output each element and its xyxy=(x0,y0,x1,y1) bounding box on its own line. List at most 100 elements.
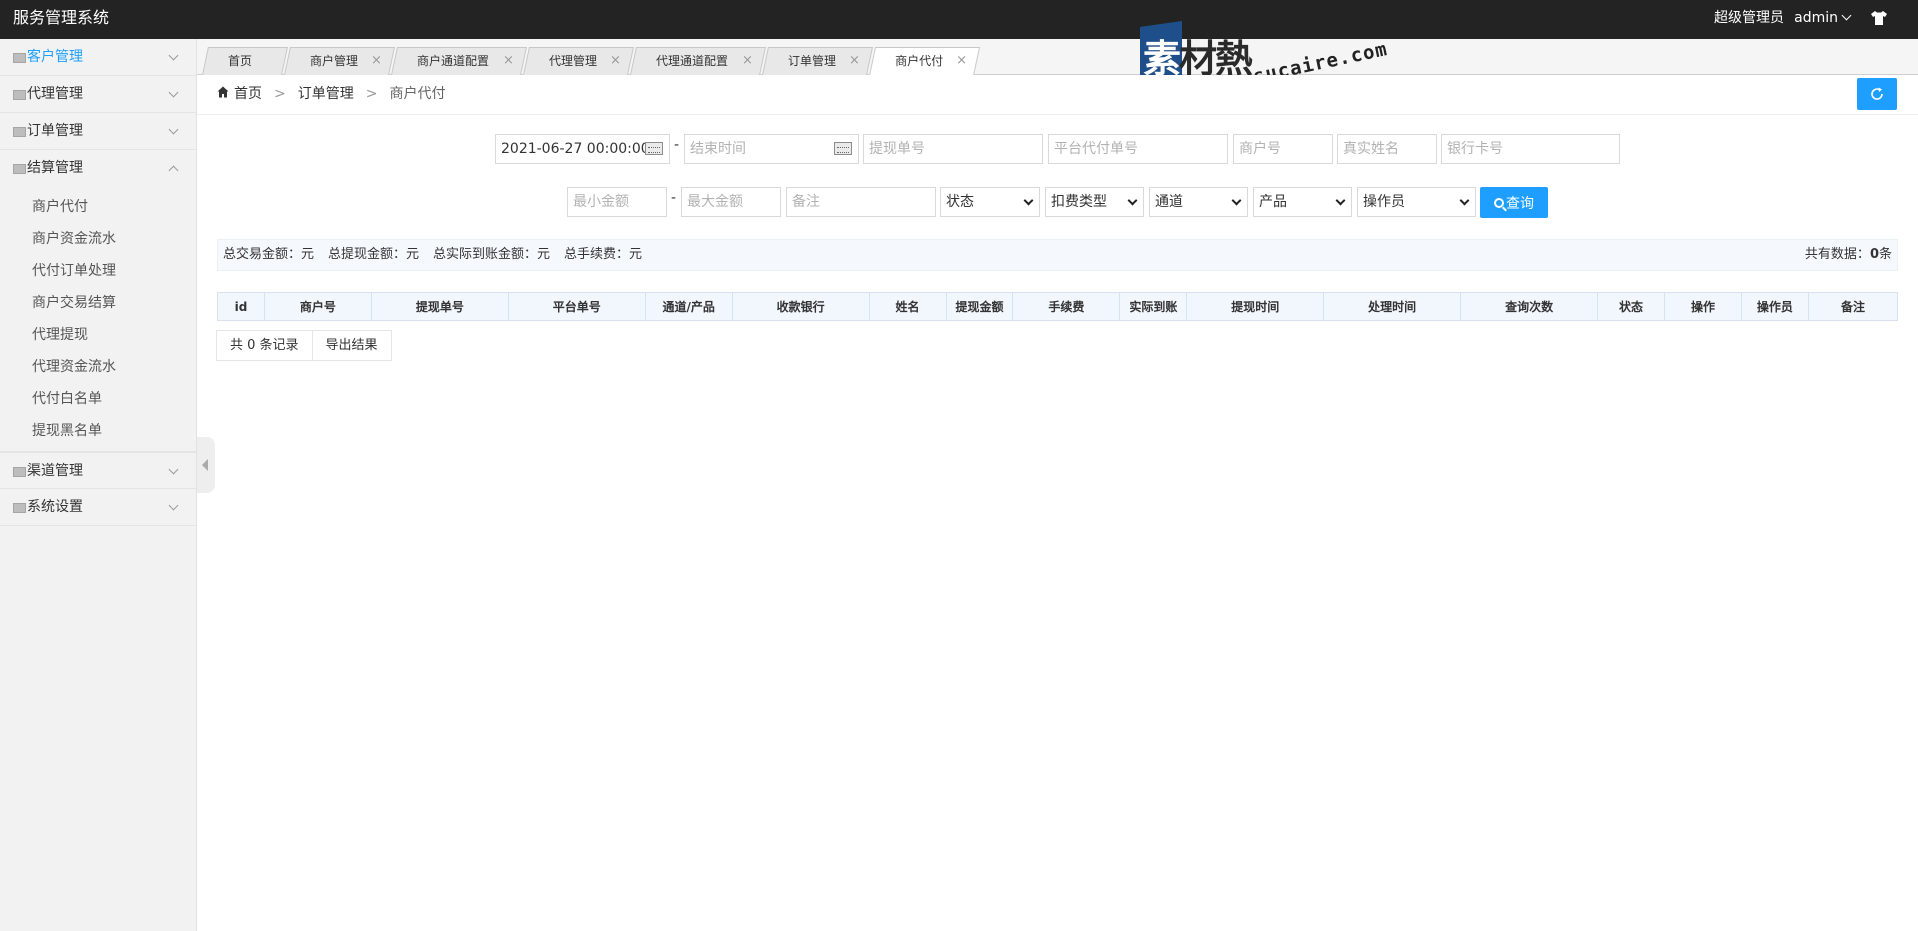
channel-select-value: 通道 xyxy=(1155,194,1183,210)
max-amount-input[interactable] xyxy=(681,187,781,217)
channel-select-wrap: 通道 xyxy=(1149,187,1248,217)
record-count-label: 共有数据： xyxy=(1804,247,1870,262)
col-merchant-no: 商户号 xyxy=(263,292,372,321)
refresh-button[interactable] xyxy=(1857,78,1897,110)
channel-select[interactable]: 通道 xyxy=(1149,187,1248,217)
record-count: 共有数据：0条 xyxy=(1805,240,1892,270)
real-name-input[interactable] xyxy=(1337,134,1437,164)
sidebar-subitem-merchant-fund-flow[interactable]: 商户资金流水 xyxy=(0,223,196,255)
sidebar-subitem-payout-order-processing[interactable]: 代付订单处理 xyxy=(0,255,196,287)
sidebar-subitem-withdraw-blacklist[interactable]: 提现黑名单 xyxy=(0,415,196,447)
merchant-no-input[interactable] xyxy=(1233,134,1333,164)
calendar-icon[interactable] xyxy=(834,142,852,155)
sidebar-item-label: 订单管理 xyxy=(27,123,83,139)
record-count-unit: 条 xyxy=(1878,247,1892,262)
payout-table: id 商户号 提现单号 平台单号 通道/产品 收款银行 姓名 提现金额 手续费 … xyxy=(217,292,1899,321)
sidebar-item-system[interactable]: 系统设置 xyxy=(0,489,196,526)
col-status: 状态 xyxy=(1597,292,1665,321)
close-icon[interactable]: × xyxy=(849,48,860,74)
chevron-down-icon xyxy=(168,500,179,511)
tab-agent-management[interactable]: 代理管理 × xyxy=(523,47,634,75)
tab-home[interactable]: 首页 xyxy=(202,47,288,75)
withdraw-no-input[interactable] xyxy=(863,134,1043,164)
sidebar-subitem-merchant-trade-settlement[interactable]: 商户交易结算 xyxy=(0,287,196,319)
search-button-label: 查询 xyxy=(1506,195,1534,212)
sidebar-item-label: 系统设置 xyxy=(27,499,83,515)
col-name: 姓名 xyxy=(868,292,947,321)
operator-select[interactable]: 操作员 xyxy=(1357,187,1476,217)
remark-input[interactable] xyxy=(786,187,936,217)
col-withdraw-time: 提现时间 xyxy=(1186,292,1325,321)
sidebar-item-label: 代理管理 xyxy=(27,86,83,102)
col-withdraw-no: 提现单号 xyxy=(370,292,509,321)
total-trade-amount: 总交易金额：元 xyxy=(223,247,315,262)
close-icon[interactable]: × xyxy=(610,48,621,74)
col-query-count: 查询次数 xyxy=(1460,292,1599,321)
tab-agent-channel-config[interactable]: 代理通道配置 × xyxy=(630,47,766,75)
breadcrumb-home[interactable]: 首页 xyxy=(234,86,262,102)
fee-type-select-value: 扣费类型 xyxy=(1051,194,1107,210)
breadcrumb-level1[interactable]: 订单管理 xyxy=(298,86,354,102)
refresh-icon xyxy=(1871,87,1883,100)
platform-payout-no-input[interactable] xyxy=(1048,134,1228,164)
calendar-icon[interactable] xyxy=(645,142,663,155)
tab-merchant-channel-config[interactable]: 商户通道配置 × xyxy=(391,47,527,75)
sidebar-subitem-payout-whitelist[interactable]: 代付白名单 xyxy=(0,383,196,415)
sidebar-item-settlement[interactable]: 结算管理 xyxy=(0,150,196,187)
sidebar-item-customer[interactable]: 客户管理 xyxy=(0,39,196,76)
total-fee: 总手续费：元 xyxy=(564,247,643,262)
col-receiving-bank: 收款银行 xyxy=(731,292,870,321)
fee-type-select[interactable]: 扣费类型 xyxy=(1045,187,1144,217)
status-select[interactable]: 状态 xyxy=(940,187,1040,217)
search-icon xyxy=(1494,197,1504,208)
summary-bar: 总交易金额：元 总提现金额：元 总实际到账金额：元 总手续费：元 共有数据：0条 xyxy=(217,239,1898,271)
pager: 共 0 条记录 导出结果 xyxy=(216,330,392,361)
record-total: 共 0 条记录 xyxy=(216,331,313,360)
sidebar-item-channel[interactable]: 渠道管理 xyxy=(0,452,196,489)
sidebar-item-label: 结算管理 xyxy=(27,160,83,176)
sidebar-item-order[interactable]: 订单管理 xyxy=(0,113,196,150)
col-actual-received: 实际到账 xyxy=(1119,292,1188,321)
col-platform-no: 平台单号 xyxy=(507,292,646,321)
breadcrumb-separator: > xyxy=(365,86,378,102)
tab-order-management[interactable]: 订单管理 × xyxy=(762,47,873,75)
breadcrumb-separator: > xyxy=(274,86,286,102)
sidebar-item-agent[interactable]: 代理管理 xyxy=(0,76,196,113)
folder-icon xyxy=(13,127,26,137)
chevron-down-icon xyxy=(168,124,179,135)
col-channel-product: 通道/产品 xyxy=(644,292,733,321)
close-icon[interactable]: × xyxy=(742,48,753,74)
total-actual-amount: 总实际到账金额：元 xyxy=(433,247,551,262)
user-menu[interactable]: admin xyxy=(1794,0,1852,36)
close-icon[interactable]: × xyxy=(956,48,967,74)
range-dash: - xyxy=(671,190,677,206)
close-icon[interactable]: × xyxy=(503,48,514,74)
status-select-wrap: 状态 xyxy=(940,187,1040,217)
tshirt-icon[interactable] xyxy=(1870,10,1888,26)
operator-select-wrap: 操作员 xyxy=(1357,187,1476,217)
folder-icon xyxy=(13,164,26,174)
start-time-input[interactable] xyxy=(495,134,670,164)
end-time-input[interactable] xyxy=(684,134,859,164)
min-amount-input[interactable] xyxy=(567,187,667,217)
sidebar-item-label: 渠道管理 xyxy=(27,463,83,479)
sidebar-subitem-agent-withdraw[interactable]: 代理提现 xyxy=(0,319,196,351)
app-title: 服务管理系统 xyxy=(13,8,110,27)
sidebar-subitem-merchant-payout[interactable]: 商户代付 xyxy=(0,191,196,223)
user-role: 超级管理员 xyxy=(1714,10,1784,26)
sidebar-subitem-agent-fund-flow[interactable]: 代理资金流水 xyxy=(0,351,196,383)
product-select[interactable]: 产品 xyxy=(1253,187,1352,217)
close-icon[interactable]: × xyxy=(371,48,382,74)
bank-card-input[interactable] xyxy=(1441,134,1620,164)
total-withdraw-amount: 总提现金额：元 xyxy=(328,247,420,262)
tab-merchant-payout[interactable]: 商户代付 × xyxy=(868,47,981,76)
sidebar-collapse-handle[interactable] xyxy=(197,437,215,493)
chevron-down-icon xyxy=(168,87,179,98)
col-withdraw-amount: 提现金额 xyxy=(945,292,1014,321)
sidebar-item-label: 客户管理 xyxy=(27,49,83,65)
search-button[interactable]: 查询 xyxy=(1480,187,1548,218)
col-action: 操作 xyxy=(1664,292,1742,321)
export-button[interactable]: 导出结果 xyxy=(313,331,392,360)
tab-merchant-management[interactable]: 商户管理 × xyxy=(284,47,395,75)
col-fee: 手续费 xyxy=(1012,292,1121,321)
